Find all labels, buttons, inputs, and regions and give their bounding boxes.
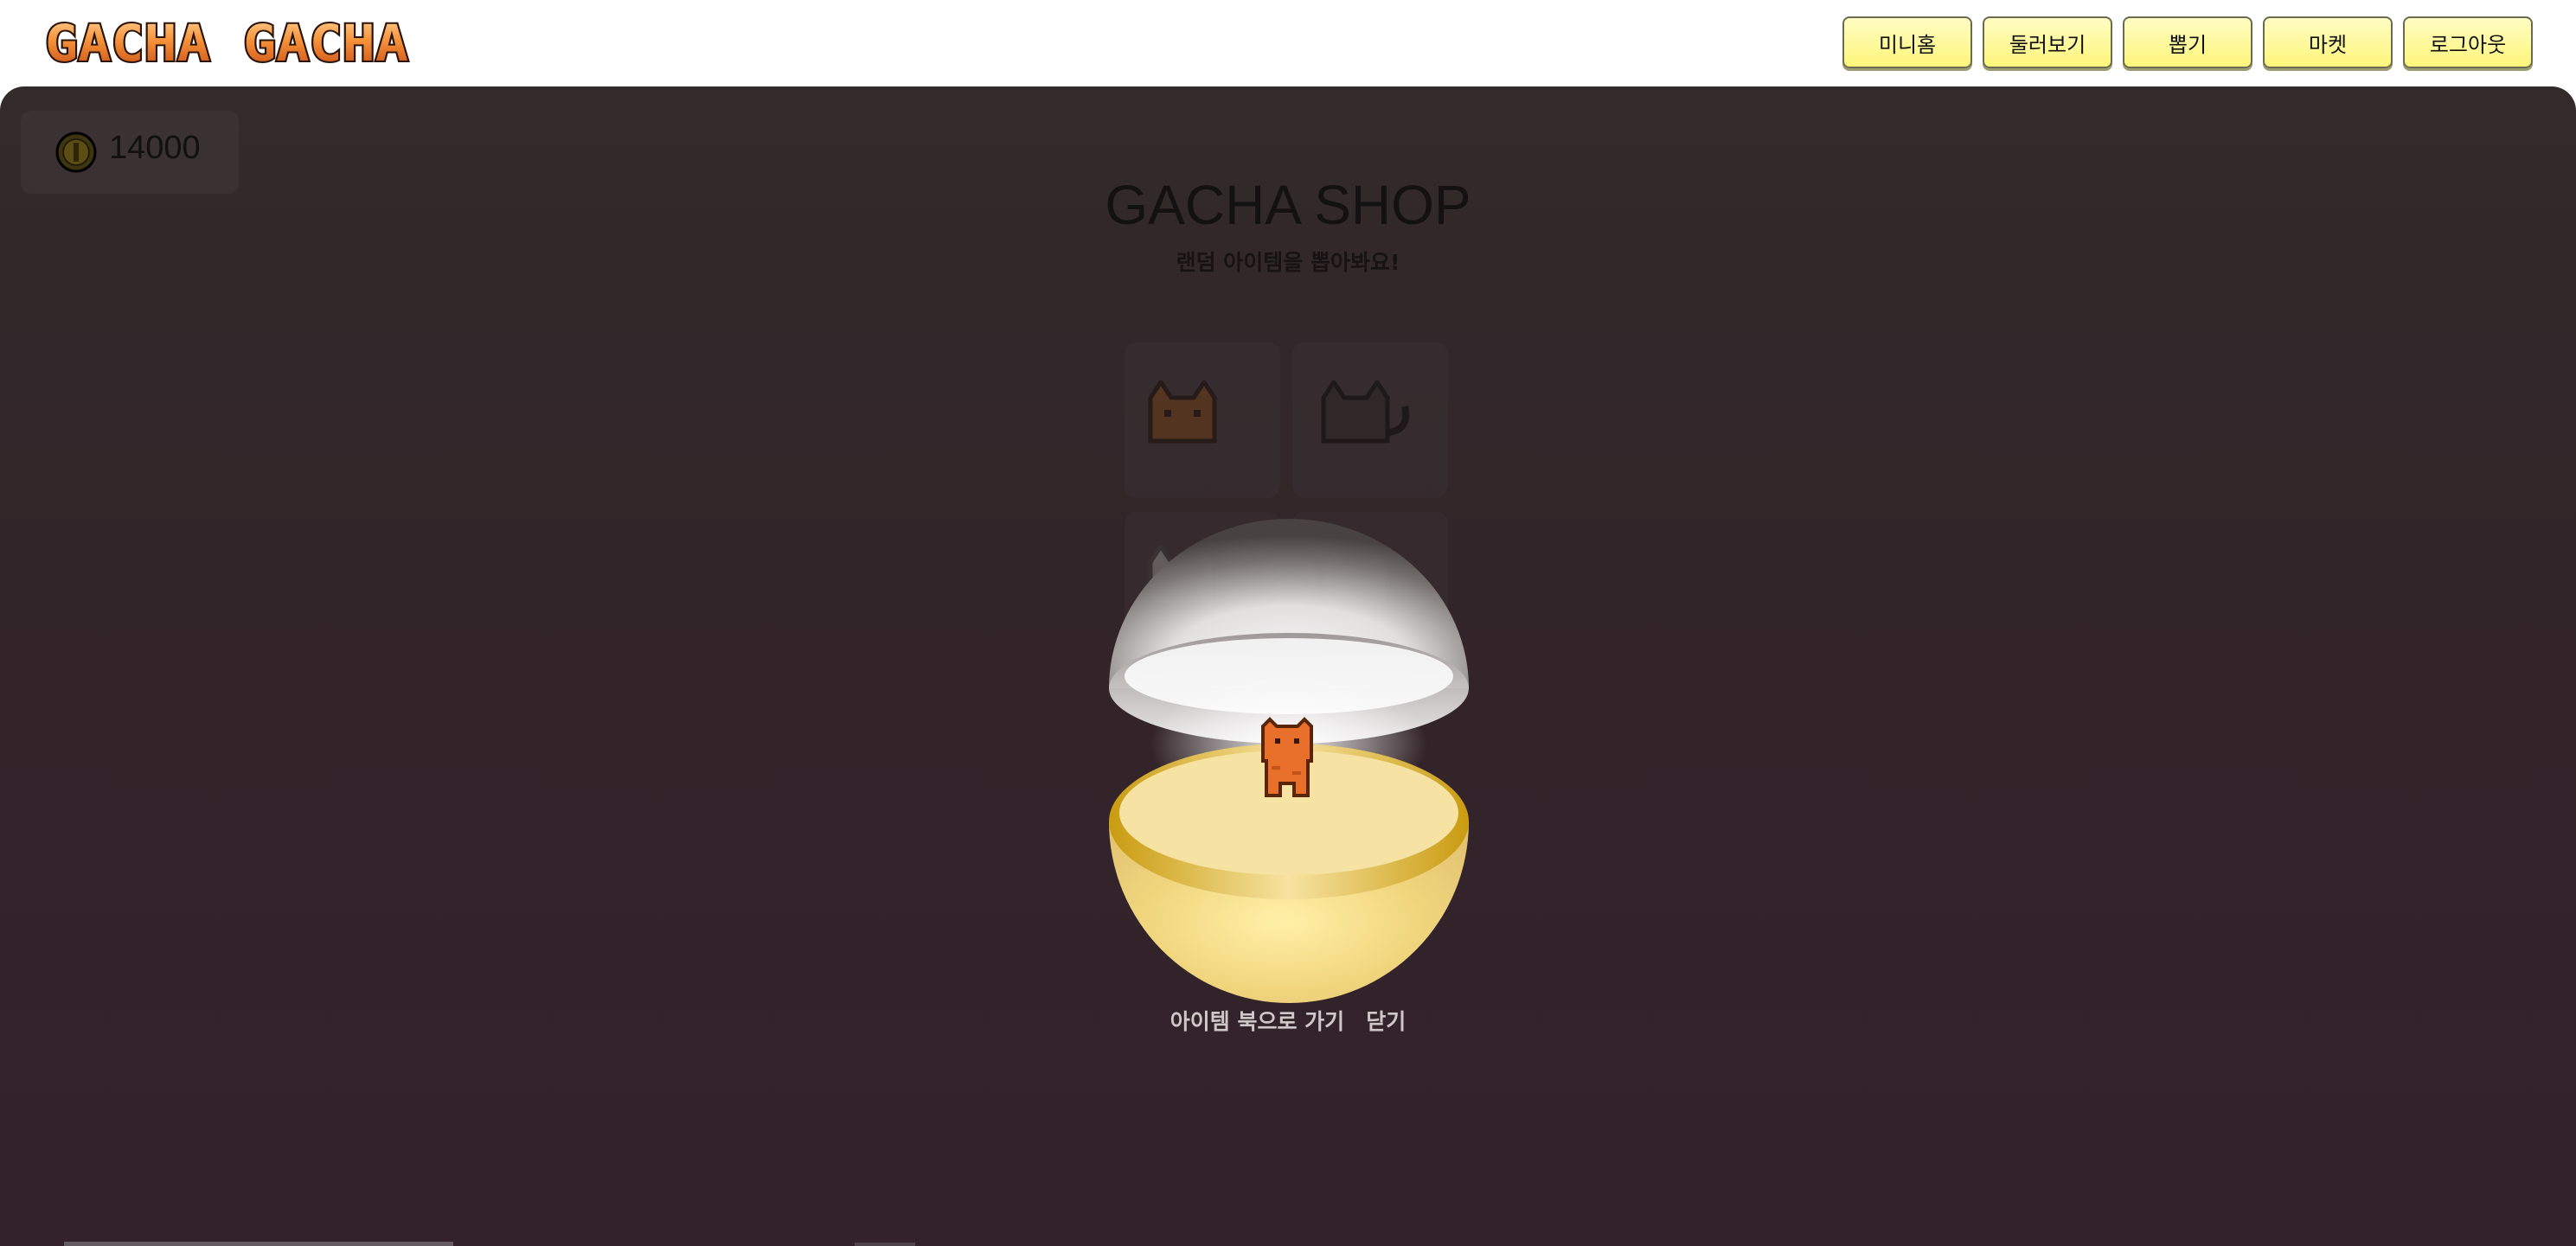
shop-title: GACHA SHOP	[1105, 174, 1471, 236]
close-button[interactable]: 닫기	[1366, 1005, 1406, 1036]
shop-subtitle: 랜덤 아이템을 뽑아봐요!	[1176, 250, 1400, 275]
go-to-item-book-button[interactable]: 아이템 북으로 가기	[1170, 1005, 1344, 1036]
coin-icon	[55, 131, 97, 173]
gacha-gacha-logo[interactable]: GACHA GACHA	[42, 16, 413, 71]
nav-market-button[interactable]: 마켓	[2263, 16, 2393, 68]
orange-cat-item-icon	[1261, 717, 1313, 797]
gacha-capsule	[1109, 519, 1469, 1003]
scrollbar-thumb[interactable]	[855, 1243, 915, 1246]
top-header: GACHA GACHA 미니홈 둘러보기 뽑기 마켓 로그아웃	[0, 0, 2576, 86]
nav-minihome-button[interactable]: 미니홈	[1842, 16, 1972, 68]
main-nav: 미니홈 둘러보기 뽑기 마켓 로그아웃	[1842, 16, 2533, 68]
svg-text:GACHA GACHA: GACHA GACHA	[45, 16, 408, 71]
nav-explore-button[interactable]: 둘러보기	[1983, 16, 2112, 68]
nav-logout-button[interactable]: 로그아웃	[2403, 16, 2533, 68]
result-actions: 아이템 북으로 가기 닫기	[0, 1005, 2576, 1036]
coin-amount: 14000	[109, 130, 201, 166]
nav-gacha-button[interactable]: 뽑기	[2123, 16, 2252, 68]
gacha-shop-panel: 14000 GACHA SHOP 랜덤 아이템을 뽑아봐요! 아이템 북으로 가…	[0, 86, 2576, 1246]
horizontal-scrollbar[interactable]	[64, 1242, 453, 1246]
